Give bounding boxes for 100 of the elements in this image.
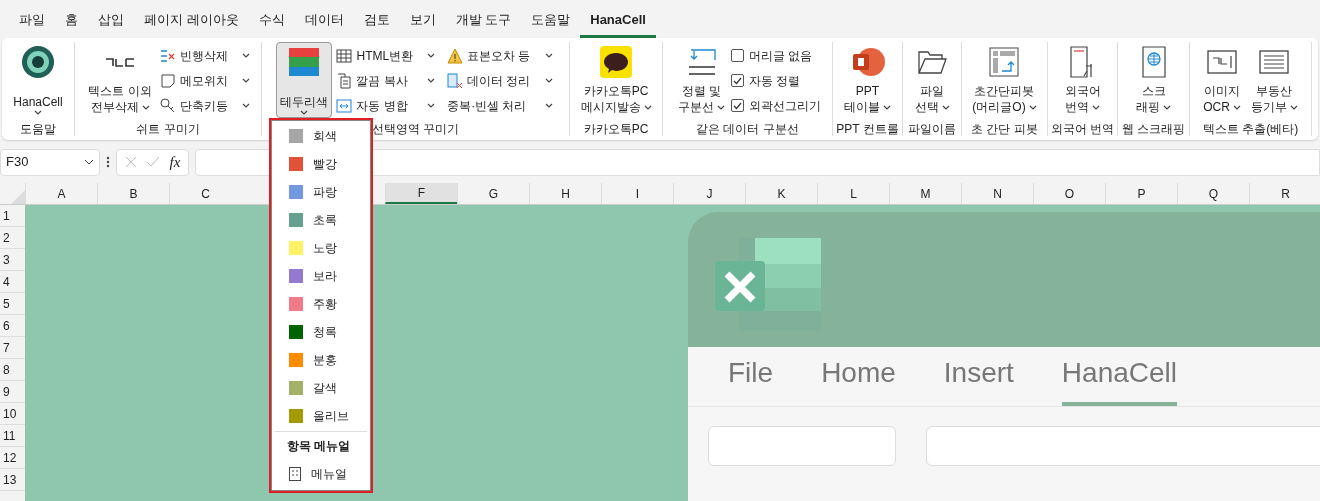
column-header[interactable]: N [961, 183, 1033, 204]
column-header[interactable]: G [457, 183, 529, 204]
chevron-icon [883, 104, 891, 110]
function-button[interactable]: fx [169, 150, 181, 174]
chevron-icon [427, 78, 436, 83]
ribbon-button[interactable]: 테두리색 [276, 42, 333, 118]
ribbon-button[interactable]: 파일 선택 [910, 42, 954, 118]
name-box[interactable]: F30 [0, 148, 100, 176]
chat-bubble-icon [600, 46, 632, 78]
chevron-icon [241, 103, 250, 108]
logo-icon [21, 45, 55, 79]
ribbon-tab[interactable]: 삽입 [88, 4, 134, 38]
tab-label: Insert [943, 356, 1014, 390]
checkbox-box[interactable] [731, 49, 744, 62]
color-option[interactable]: 노랑 [273, 234, 369, 262]
column-header[interactable]: J [673, 183, 745, 204]
ribbon-tab[interactable]: 보기 [399, 4, 446, 38]
group-label: 선택영역 꾸미기 [371, 121, 460, 138]
ribbon-tab[interactable]: 파일 [9, 4, 55, 38]
chevron-icon [1028, 104, 1037, 110]
column-header[interactable]: O [1033, 183, 1105, 204]
check-icon [733, 101, 742, 110]
color-option[interactable]: 주황 [273, 290, 369, 318]
column-header[interactable]: R [1249, 183, 1320, 204]
check-icon[interactable] [146, 156, 161, 168]
chevron-icon [1092, 104, 1100, 110]
column-header[interactable]: B [97, 183, 169, 204]
ribbon-button[interactable]: 초간단피봇 (머리글O) [968, 42, 1041, 118]
ribbon-button[interactable]: 카카오톡PC 메시지발송 [576, 42, 656, 118]
column-header[interactable]: M [889, 183, 961, 204]
checkbox-box[interactable] [731, 99, 744, 112]
column-header[interactable]: F [385, 183, 457, 204]
color-option[interactable]: 파랑 [273, 178, 369, 206]
color-option[interactable]: 초록 [273, 206, 369, 234]
color-option[interactable]: 회색 [273, 122, 369, 150]
list-icon [289, 467, 301, 481]
table-delete-icon [447, 72, 464, 89]
color-option[interactable]: 빨강 [273, 150, 369, 178]
presentation-icon [850, 46, 885, 78]
column-header[interactable]: Q [1177, 183, 1249, 204]
ribbon-button[interactable]: 텍스트 이외 전부삭제 [84, 42, 156, 118]
ribbon-button[interactable]: 부동산 등기부 [1246, 42, 1302, 118]
ribbon-tab[interactable]: 데이터 [294, 4, 354, 38]
ribbon-button[interactable]: HanaCell [9, 42, 67, 118]
chevron-icon [427, 103, 436, 108]
checkbox[interactable]: 외곽선그리기 [731, 94, 821, 117]
color-option[interactable]: 분홍 [273, 346, 369, 374]
column-header[interactable]: A [25, 183, 97, 204]
ribbon-button[interactable]: 데이터 정리 [445, 69, 555, 92]
ribbon-button[interactable]: 깔끔 복사 [334, 69, 438, 92]
key-icon [159, 97, 176, 114]
table-icon [336, 47, 353, 64]
ribbon-tab[interactable]: 페이지 레이아웃 [134, 4, 249, 38]
color-option[interactable]: 청록 [273, 318, 369, 346]
column-header[interactable]: I [601, 183, 673, 204]
color-option[interactable]: 보라 [273, 262, 369, 290]
color-option[interactable]: 올리브 [273, 402, 369, 430]
column-header[interactable]: C [169, 183, 241, 204]
chevron-icon [1163, 104, 1171, 110]
ribbon-button[interactable]: 이미지 OCR [1199, 42, 1245, 118]
ribbon-button[interactable]: 정렬 및 구분선 [674, 42, 729, 118]
ribbon-tab[interactable]: 도움말 [521, 4, 581, 38]
formula-input[interactable] [195, 148, 1320, 176]
warning-icon [447, 47, 464, 64]
ribbon-button[interactable]: 표본오차 등 [445, 44, 555, 67]
checkbox-box[interactable] [731, 74, 744, 87]
group-label: 같은 데이터 구분선 [696, 121, 799, 138]
ribbon-button[interactable]: 단축키등 [157, 94, 252, 117]
ribbon-tab[interactable]: 홈 [55, 4, 88, 38]
ribbon-button[interactable]: 메모위치 [157, 69, 252, 92]
select-all-icon[interactable] [11, 190, 25, 204]
color-option[interactable]: 갈색 [273, 374, 369, 402]
ribbon-tab[interactable]: 검토 [353, 4, 400, 38]
ribbon-button[interactable]: 외국어 번역 [1060, 42, 1105, 118]
ribbon-button[interactable]: HTML변환 [334, 44, 438, 67]
group-label: 파일이름 [908, 121, 956, 138]
ribbon-tab[interactable]: 개발 도구 [445, 4, 522, 38]
column-header[interactable]: L [817, 183, 889, 204]
chevron-icon [717, 104, 725, 110]
delete-row-icon [159, 47, 176, 64]
manual-option[interactable]: 메뉴얼 [273, 460, 369, 488]
column-header[interactable]: P [1105, 183, 1177, 204]
ribbon-button[interactable]: 중복·빈셀 처리 [445, 94, 555, 117]
spreadsheet-logo-icon [715, 238, 821, 331]
checkbox[interactable]: 머리글 없음 [731, 44, 821, 67]
ribbon-tab[interactable]: 수식 [248, 4, 295, 38]
ribbon-button[interactable]: 자동 병합 [334, 94, 438, 117]
close-icon[interactable] [124, 156, 137, 168]
copy-icon [336, 72, 353, 89]
checkbox[interactable]: 자동 정렬 [731, 69, 821, 92]
check-icon [733, 76, 742, 85]
column-header[interactable]: H [529, 183, 601, 204]
ribbon-button[interactable]: PPT 테이블 [840, 42, 895, 118]
globe-icon [1140, 46, 1167, 78]
ribbon-button[interactable]: 스크 래핑 [1132, 42, 1175, 118]
column-header[interactable]: K [745, 183, 817, 204]
ribbon-button[interactable]: 빈행삭제 [157, 44, 252, 67]
group-label: 초 간단 피봇 [971, 121, 1038, 138]
group-label: 카카오톡PC [583, 121, 649, 138]
chevron-icon [544, 53, 553, 58]
